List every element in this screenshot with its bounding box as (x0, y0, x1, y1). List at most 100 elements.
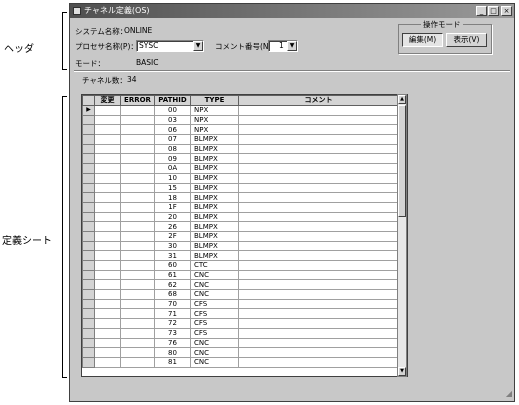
cell-type[interactable]: CFS (190, 298, 239, 310)
cell-changed[interactable] (94, 201, 121, 213)
cell-error[interactable] (120, 318, 155, 329)
row-selector[interactable] (82, 230, 95, 242)
row-selector[interactable] (82, 318, 95, 329)
cell-type[interactable]: BLMPX (190, 134, 239, 145)
row-selector[interactable] (82, 298, 95, 310)
cell-comment[interactable] (238, 211, 399, 223)
cell-error[interactable] (120, 308, 155, 320)
cell-changed[interactable] (94, 279, 121, 291)
table-row[interactable]: 76 CNC (82, 337, 399, 349)
cell-changed[interactable] (94, 327, 121, 339)
cell-error[interactable] (120, 356, 155, 368)
table-row[interactable]: 26 BLMPX (82, 221, 399, 232)
cell-changed[interactable] (94, 240, 121, 252)
cell-changed[interactable] (94, 318, 121, 329)
row-selector[interactable] (82, 143, 95, 155)
column-header-comment[interactable]: コメント (238, 95, 399, 106)
row-selector[interactable] (82, 347, 95, 358)
row-selector[interactable] (82, 134, 95, 145)
cell-changed[interactable] (94, 105, 121, 116)
comment-number-select[interactable]: 1 ▼ (268, 40, 298, 52)
row-selector[interactable] (82, 308, 95, 320)
cell-error[interactable] (120, 114, 155, 126)
cell-type[interactable]: CNC (190, 279, 239, 291)
row-selector[interactable] (82, 124, 95, 136)
row-selector[interactable] (82, 269, 95, 281)
cell-comment[interactable] (238, 269, 399, 281)
table-row[interactable]: 60 CTC (82, 260, 399, 271)
cell-pathid[interactable]: 2F (154, 230, 191, 242)
cell-type[interactable]: BLMPX (190, 172, 239, 184)
cell-pathid[interactable]: 31 (154, 250, 191, 261)
scroll-up-button[interactable]: ▲ (398, 95, 406, 104)
cell-comment[interactable] (238, 250, 399, 261)
scroll-thumb[interactable] (398, 105, 406, 217)
display-mode-button[interactable]: 表示(V) (446, 33, 487, 47)
cell-type[interactable]: BLMPX (190, 163, 239, 174)
cell-type[interactable]: BLMPX (190, 230, 239, 242)
cell-error[interactable] (120, 182, 155, 194)
cell-comment[interactable] (238, 298, 399, 310)
cell-changed[interactable] (94, 124, 121, 136)
row-selector[interactable] (82, 240, 95, 252)
table-row[interactable]: 09 BLMPX (82, 153, 399, 165)
table-row[interactable]: 18 BLMPX (82, 192, 399, 203)
cell-type[interactable]: BLMPX (190, 211, 239, 223)
cell-error[interactable] (120, 347, 155, 358)
cell-changed[interactable] (94, 221, 121, 232)
cell-changed[interactable] (94, 172, 121, 184)
cell-type[interactable]: BLMPX (190, 182, 239, 194)
row-selector[interactable] (82, 192, 95, 203)
cell-changed[interactable] (94, 163, 121, 174)
column-header-type[interactable]: TYPE (190, 95, 239, 106)
cell-pathid[interactable]: 60 (154, 260, 191, 271)
cell-error[interactable] (120, 289, 155, 300)
cell-type[interactable]: CNC (190, 269, 239, 281)
row-selector[interactable] (82, 221, 95, 232)
cell-error[interactable] (120, 143, 155, 155)
cell-error[interactable] (120, 327, 155, 339)
cell-changed[interactable] (94, 250, 121, 261)
cell-error[interactable] (120, 260, 155, 271)
cell-type[interactable]: CNC (190, 337, 239, 349)
cell-pathid[interactable]: 62 (154, 279, 191, 291)
table-row[interactable]: 2F BLMPX (82, 230, 399, 242)
cell-pathid[interactable]: 03 (154, 114, 191, 126)
chevron-down-icon[interactable]: ▼ (287, 41, 297, 51)
cell-comment[interactable] (238, 182, 399, 194)
cell-pathid[interactable]: 61 (154, 269, 191, 281)
cell-error[interactable] (120, 201, 155, 213)
row-selector[interactable] (82, 327, 95, 339)
row-selector[interactable] (82, 289, 95, 300)
cell-pathid[interactable]: 30 (154, 240, 191, 252)
row-selector[interactable] (82, 163, 95, 174)
table-row[interactable]: 08 BLMPX (82, 143, 399, 155)
cell-type[interactable]: NPX (190, 114, 239, 126)
vertical-scrollbar[interactable]: ▲ ▼ (397, 94, 407, 377)
cell-changed[interactable] (94, 153, 121, 165)
cell-error[interactable] (120, 298, 155, 310)
cell-changed[interactable] (94, 308, 121, 320)
cell-error[interactable] (120, 221, 155, 232)
cell-comment[interactable] (238, 134, 399, 145)
cell-changed[interactable] (94, 289, 121, 300)
cell-comment[interactable] (238, 356, 399, 368)
table-row[interactable]: 20 BLMPX (82, 211, 399, 223)
column-header-error[interactable]: ERROR (120, 95, 155, 106)
row-selector[interactable] (82, 260, 95, 271)
cell-comment[interactable] (238, 318, 399, 329)
cell-pathid[interactable]: 10 (154, 172, 191, 184)
cell-comment[interactable] (238, 172, 399, 184)
table-row[interactable]: 70 CFS (82, 298, 399, 310)
cell-type[interactable]: BLMPX (190, 221, 239, 232)
cell-error[interactable] (120, 105, 155, 116)
cell-type[interactable]: BLMPX (190, 192, 239, 203)
cell-error[interactable] (120, 134, 155, 145)
cell-pathid[interactable]: 1F (154, 201, 191, 213)
cell-comment[interactable] (238, 327, 399, 339)
cell-error[interactable] (120, 192, 155, 203)
cell-type[interactable]: CFS (190, 327, 239, 339)
cell-changed[interactable] (94, 269, 121, 281)
cell-pathid[interactable]: 20 (154, 211, 191, 223)
cell-error[interactable] (120, 124, 155, 136)
